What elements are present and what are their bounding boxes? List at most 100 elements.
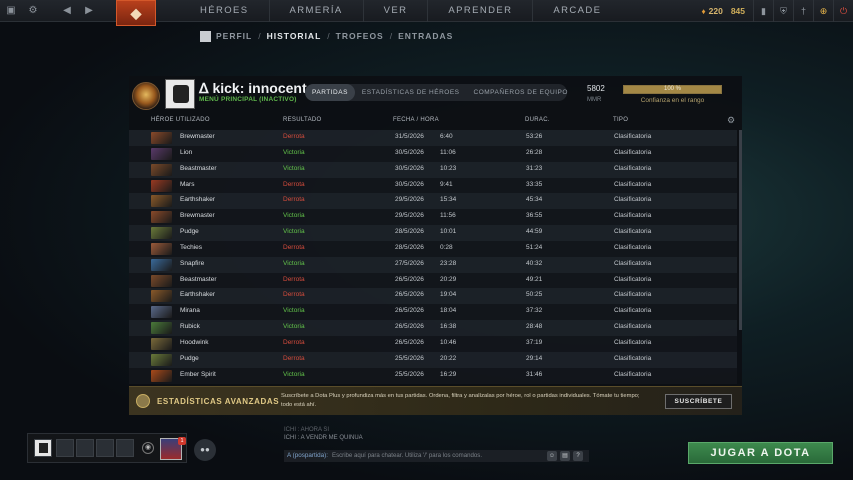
- nav-armory[interactable]: ARMERÍA: [268, 0, 363, 22]
- match-date: 26/5/2026: [395, 323, 424, 331]
- stats-icon[interactable]: ▮: [753, 0, 773, 22]
- friends-icon[interactable]: ●●: [194, 439, 216, 461]
- match-date: 30/5/2026: [395, 148, 424, 156]
- back-arrow-icon[interactable]: ◀: [56, 0, 78, 22]
- table-row[interactable]: Earthshaker Derrota 26/5/2026 19:04 50:25 Cla…: [129, 288, 737, 305]
- power-icon[interactable]: ⏻: [833, 0, 853, 22]
- forward-arrow-icon[interactable]: ▶: [78, 0, 100, 22]
- dashboard-icon[interactable]: ▣: [0, 0, 22, 22]
- dota-plus-badge-icon: [136, 394, 150, 408]
- match-time: 18:04: [440, 307, 457, 315]
- dota-logo-button[interactable]: ◆: [116, 0, 156, 26]
- match-duration: 28:48: [526, 323, 543, 331]
- match-date: 28/5/2026: [395, 228, 424, 236]
- subnav-trophies[interactable]: TROFEOS: [336, 31, 384, 41]
- header-type[interactable]: TIPO: [613, 117, 628, 123]
- tab-teammates[interactable]: COMPAÑEROS DE EQUIPO: [467, 84, 575, 101]
- party-slot-self[interactable]: [34, 439, 52, 457]
- mmr-value: 5802: [587, 84, 605, 93]
- header-result[interactable]: RESULTADO: [283, 117, 321, 123]
- nav-arcade[interactable]: ARCADE: [532, 0, 621, 22]
- profile-avatar-icon: [200, 30, 211, 42]
- subnav-entries[interactable]: ENTRADAS: [398, 31, 453, 41]
- quest-icon[interactable]: †: [793, 0, 813, 22]
- match-type: Clasificatoria: [614, 370, 652, 378]
- nav-learn[interactable]: APRENDER: [427, 0, 532, 22]
- match-date: 27/5/2026: [395, 259, 424, 267]
- table-row[interactable]: Beastmaster Victoria 30/5/2026 10:23 31:23 Cl…: [129, 161, 737, 178]
- table-row[interactable]: Lion Victoria 30/5/2026 11:06 26:28 Clasifica…: [129, 145, 737, 162]
- chat-channel-label[interactable]: A (pospartida):: [287, 452, 328, 459]
- match-duration: 50:25: [526, 291, 543, 299]
- match-type: Clasificatoria: [614, 291, 652, 299]
- subnav-separator: /: [327, 31, 330, 41]
- table-row[interactable]: Brewmaster Derrota 31/5/2026 6:40 53:26 Clasi…: [129, 130, 737, 146]
- table-row[interactable]: Beastmaster Derrota 26/5/2026 20:29 49:21 Cla…: [129, 272, 737, 289]
- party-slot-empty[interactable]: [76, 439, 94, 457]
- table-row[interactable]: Ember Spirit Victoria 25/5/2026 16:29 31:46 C…: [129, 367, 737, 384]
- chat-wheel-icon[interactable]: ▤: [560, 451, 570, 461]
- match-result: Victoria: [283, 164, 305, 172]
- match-time: 10:23: [440, 164, 457, 172]
- nav-watch[interactable]: VER: [362, 0, 428, 22]
- subnav-profile[interactable]: PERFIL: [216, 31, 252, 41]
- match-type: Clasificatoria: [614, 275, 652, 283]
- match-result: Derrota: [283, 196, 305, 204]
- subnav-separator: /: [389, 31, 393, 41]
- table-row[interactable]: Mars Derrota 30/5/2026 9:41 33:35 Clasificato…: [129, 177, 737, 194]
- match-date: 29/5/2026: [395, 212, 424, 220]
- emoji-icon[interactable]: ☺: [547, 451, 557, 461]
- help-icon[interactable]: ?: [573, 451, 583, 461]
- shield-icon[interactable]: ⛨: [773, 0, 793, 22]
- hero-name: Hoodwink: [180, 338, 209, 346]
- match-type: Clasificatoria: [614, 212, 652, 220]
- match-type: Clasificatoria: [614, 323, 652, 331]
- tab-matches[interactable]: PARTIDAS: [305, 84, 355, 101]
- player-status: MENÚ PRINCIPAL (INACTIVO): [199, 96, 297, 103]
- match-time: 11:56: [440, 212, 456, 220]
- match-time: 23:28: [440, 259, 457, 267]
- match-duration: 45:34: [526, 196, 543, 204]
- play-dota-button[interactable]: JUGAR A DOTA: [688, 442, 833, 464]
- match-date: 29/5/2026: [395, 196, 424, 204]
- chat-message: ICHI : AHORA SI: [284, 427, 330, 433]
- rank-medal-icon[interactable]: [132, 82, 160, 110]
- match-time: 15:34: [440, 196, 457, 204]
- hero-name: Beastmaster: [180, 164, 217, 172]
- party-slot-empty[interactable]: [96, 439, 114, 457]
- chat-input[interactable]: A (pospartida): Escribe aquí para chatea…: [284, 450, 589, 462]
- subscribe-button[interactable]: SUSCRÍBETE: [665, 394, 732, 409]
- settings-gear-icon[interactable]: ⚙: [22, 0, 44, 22]
- party-slot-empty[interactable]: [56, 439, 74, 457]
- table-row[interactable]: Pudge Victoria 28/5/2026 10:01 44:59 Clasific…: [129, 225, 737, 241]
- table-row[interactable]: Earthshaker Derrota 29/5/2026 15:34 45:34 Cla…: [129, 193, 737, 210]
- table-row[interactable]: Brewmaster Victoria 29/5/2026 11:56 36:55 Cla…: [129, 209, 737, 226]
- match-type: Clasificatoria: [614, 243, 652, 251]
- table-settings-gear-icon[interactable]: ⚙: [727, 115, 735, 126]
- header-hero[interactable]: HÉROE UTILIZADO: [151, 117, 210, 123]
- match-result: Victoria: [283, 323, 305, 331]
- table-row[interactable]: Hoodwink Derrota 26/5/2026 10:46 37:19 Clasif…: [129, 335, 737, 352]
- confidence-bar: 100 %: [623, 85, 722, 94]
- match-list-scrollbar[interactable]: [739, 130, 742, 330]
- party-slot-empty[interactable]: [116, 439, 134, 457]
- tab-hero-stats[interactable]: ESTADÍSTICAS DE HÉROES: [355, 84, 467, 101]
- match-type: Clasificatoria: [614, 164, 652, 172]
- table-row[interactable]: Rubick Victoria 26/5/2026 16:38 28:48 Clasifi…: [129, 320, 737, 336]
- match-type: Clasificatoria: [614, 180, 652, 188]
- dota-plus-icon[interactable]: ⊕: [813, 0, 833, 22]
- match-duration: 36:55: [526, 212, 543, 220]
- table-row[interactable]: Techies Derrota 28/5/2026 0:28 51:24 Clasific…: [129, 240, 737, 257]
- party-voice-icon[interactable]: ◉: [142, 442, 154, 454]
- nav-heroes[interactable]: HÉROES: [180, 0, 269, 22]
- match-type: Clasificatoria: [614, 307, 652, 315]
- table-row[interactable]: Mirana Victoria 26/5/2026 18:04 37:32 Clasifi…: [129, 304, 737, 321]
- subnav-history[interactable]: HISTORIAL: [267, 31, 322, 41]
- profile-header: ᐃ kick: innocent MENÚ PRINCIPAL (INACTIV…: [129, 76, 742, 114]
- header-duration[interactable]: DURAC.: [525, 117, 550, 123]
- table-row[interactable]: Snapfire Victoria 27/5/2026 23:28 40:32 Clasi…: [129, 256, 737, 273]
- table-row[interactable]: Pudge Derrota 25/5/2026 20:22 29:14 Clasifica…: [129, 351, 737, 368]
- avatar[interactable]: [165, 79, 195, 109]
- header-datetime[interactable]: FECHA / HORA: [393, 117, 439, 123]
- hero-portrait: [151, 147, 172, 160]
